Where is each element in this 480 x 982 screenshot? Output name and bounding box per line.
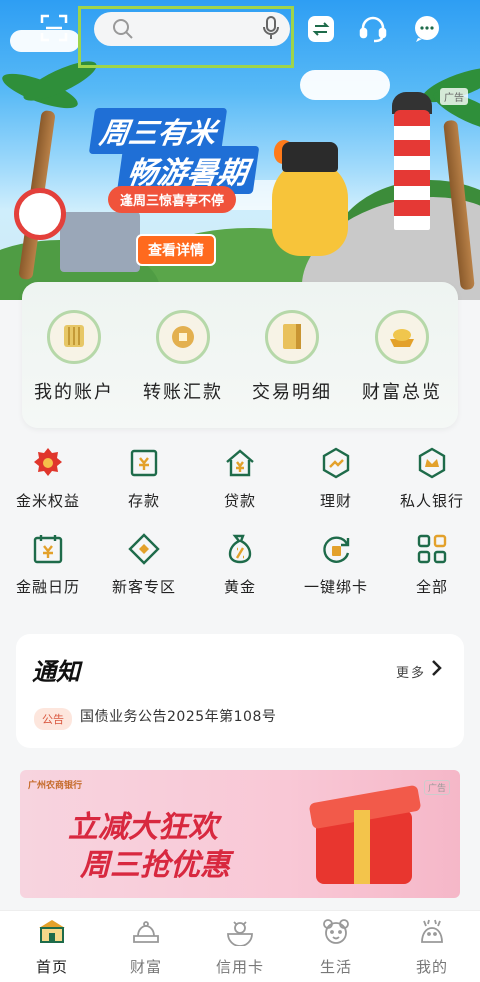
app-screen: 周三有米 畅游暑期 逢周三惊喜享不停 查看详情 广告 我的账户 转账汇款 交易明… — [0, 0, 480, 982]
mascot-illustration — [272, 160, 348, 256]
all-icon — [415, 532, 449, 566]
customer-service-icon[interactable] — [358, 14, 388, 44]
quick-action-label: 财富总览 — [362, 382, 442, 403]
nav-wealth[interactable]: 财富 — [98, 918, 194, 977]
message-icon[interactable] — [412, 14, 442, 44]
loan-icon — [223, 446, 257, 480]
building-illustration — [60, 212, 140, 272]
grid-item-finance[interactable]: 理财 — [288, 446, 384, 511]
grid-item-deposit[interactable]: 存款 — [96, 446, 192, 511]
life-nav-icon — [320, 918, 352, 946]
grid-item-loan[interactable]: 贷款 — [192, 446, 288, 511]
calendar-icon — [31, 532, 65, 566]
promo-bank-logo: 广州农商银行 — [28, 781, 83, 791]
nav-mine[interactable]: 我的 — [384, 918, 480, 977]
grid-item-rights[interactable]: 金米权益 — [0, 446, 96, 511]
gift-ribbon-illustration — [354, 810, 370, 884]
notice-title: 通知 — [32, 658, 80, 686]
deposit-icon — [127, 446, 161, 480]
promo-banner[interactable]: 广州农商银行 广告 立减大狂欢 周三抢优惠 — [20, 770, 460, 898]
quick-action-account[interactable]: 我的账户 — [24, 310, 124, 404]
quick-action-transfer[interactable]: 转账汇款 — [133, 310, 233, 404]
nav-label: 财富 — [129, 958, 162, 976]
grid-item-label: 一键绑卡 — [303, 578, 368, 596]
account-icon — [47, 310, 101, 364]
grid-item-label: 金融日历 — [15, 578, 80, 596]
bank-sign-illustration — [14, 188, 66, 240]
grid-item-label: 贷款 — [223, 492, 256, 510]
transfer-icon — [156, 310, 210, 364]
quick-action-wealth[interactable]: 财富总览 — [352, 310, 452, 404]
grid-item-label: 新客专区 — [111, 578, 176, 596]
grid-item-label: 金米权益 — [15, 492, 80, 510]
nav-label: 信用卡 — [215, 958, 264, 976]
lighthouse-illustration — [394, 110, 430, 230]
hero-subtitle: 逢周三惊喜享不停 — [108, 186, 237, 213]
grid-item-label: 存款 — [127, 492, 160, 510]
home-icon — [36, 918, 68, 946]
switch-icon[interactable] — [306, 14, 336, 44]
quick-action-label: 我的账户 — [34, 382, 114, 403]
grid-item-calendar[interactable]: 金融日历 — [0, 532, 96, 597]
grid-item-private-bank[interactable]: 私人银行 — [384, 446, 480, 511]
grid-item-bind-card[interactable]: 一键绑卡 — [288, 532, 384, 597]
chevron-right-icon[interactable] — [430, 659, 442, 677]
grid-item-label: 黄金 — [223, 578, 256, 596]
profile-nav-icon — [416, 918, 448, 946]
grid-item-all[interactable]: 全部 — [384, 532, 480, 597]
nav-life[interactable]: 生活 — [288, 918, 384, 977]
grid-item-gold[interactable]: 黄金 — [192, 532, 288, 597]
grid-item-label: 理财 — [319, 492, 352, 510]
grid-item-label: 全部 — [415, 578, 448, 596]
credit-card-nav-icon — [224, 918, 256, 947]
nav-label: 生活 — [319, 958, 352, 976]
bind-card-icon — [319, 532, 353, 566]
notice-item-text[interactable]: 国债业务公告2025年第108号 — [80, 706, 276, 726]
rights-icon — [31, 446, 65, 480]
notice-tag-badge: 公告 — [34, 708, 72, 730]
nav-label: 我的 — [415, 958, 448, 976]
quick-action-label: 交易明细 — [252, 382, 332, 403]
wealth-nav-icon — [130, 918, 162, 946]
hero-details-button[interactable]: 查看详情 — [136, 234, 216, 266]
grid-item-new-customer[interactable]: 新客专区 — [96, 532, 192, 597]
notice-card[interactable]: 通知 更多 公告 国债业务公告2025年第108号 — [16, 634, 464, 748]
hero-ad-tag: 广告 — [440, 88, 468, 105]
private-bank-icon — [415, 446, 449, 480]
notice-more-link[interactable]: 更多 — [396, 662, 426, 681]
top-bar — [0, 0, 480, 68]
scan-icon[interactable] — [40, 14, 68, 42]
gold-icon — [223, 532, 257, 566]
nav-credit-card[interactable]: 信用卡 — [192, 918, 288, 977]
search-icon — [112, 18, 134, 40]
microphone-icon[interactable] — [262, 16, 280, 40]
promo-ad-tag: 广告 — [423, 780, 450, 795]
quick-action-label: 转账汇款 — [143, 382, 223, 403]
mascot-hat-illustration — [282, 142, 338, 172]
cloud-decoration — [300, 70, 390, 100]
nav-home[interactable]: 首页 — [4, 918, 100, 977]
promo-title-line2: 周三抢优惠 — [80, 848, 230, 883]
quick-action-transactions[interactable]: 交易明细 — [242, 310, 342, 404]
new-customer-icon — [127, 532, 161, 566]
finance-icon — [319, 446, 353, 480]
nav-label: 首页 — [35, 958, 68, 976]
transactions-icon — [265, 310, 319, 364]
grid-item-label: 私人银行 — [399, 492, 464, 510]
wealth-icon — [375, 310, 429, 364]
